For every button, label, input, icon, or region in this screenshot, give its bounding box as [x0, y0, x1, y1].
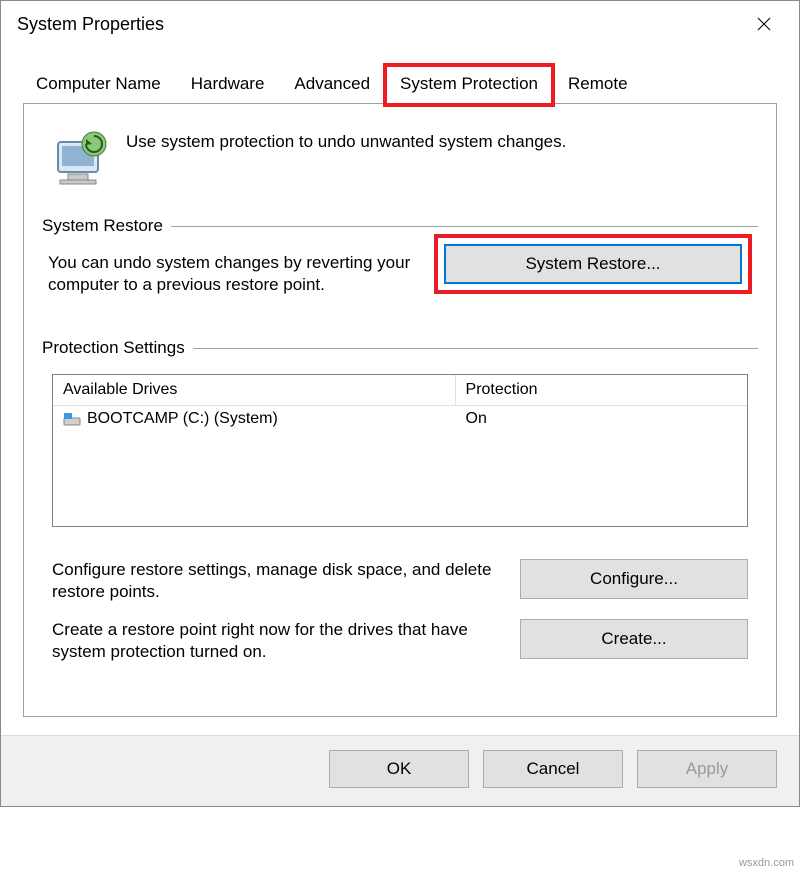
divider — [171, 226, 758, 227]
disk-icon — [63, 412, 81, 426]
tab-hardware[interactable]: Hardware — [176, 65, 280, 104]
intro-text: Use system protection to undo unwanted s… — [126, 128, 566, 152]
group-title-restore: System Restore — [42, 216, 163, 236]
titlebar: System Properties — [1, 1, 799, 47]
tab-remote[interactable]: Remote — [553, 65, 643, 104]
watermark: wsxdn.com — [739, 857, 794, 869]
col-header-protection[interactable]: Protection — [456, 375, 747, 405]
group-title-protection: Protection Settings — [42, 338, 185, 358]
create-button[interactable]: Create... — [520, 619, 748, 659]
restore-description: You can undo system changes by reverting… — [48, 252, 420, 296]
system-restore-button[interactable]: System Restore... — [444, 244, 742, 284]
system-properties-window: System Properties Computer Name Hardware… — [0, 0, 800, 807]
dialog-footer: OK Cancel Apply — [1, 735, 799, 806]
intro-section: Use system protection to undo unwanted s… — [42, 122, 758, 216]
drives-table: Available Drives Protection BOOT — [52, 374, 748, 527]
tab-system-protection[interactable]: System Protection — [385, 65, 553, 105]
tab-panel-system-protection: Use system protection to undo unwanted s… — [23, 104, 777, 717]
drive-name: BOOTCAMP (C:) (System) — [87, 410, 278, 428]
ok-button[interactable]: OK — [329, 750, 469, 788]
tab-computer-name[interactable]: Computer Name — [21, 65, 176, 104]
configure-button[interactable]: Configure... — [520, 559, 748, 599]
divider — [193, 348, 758, 349]
tab-advanced[interactable]: Advanced — [279, 65, 385, 104]
table-row[interactable]: BOOTCAMP (C:) (System) On — [53, 406, 747, 432]
window-title: System Properties — [17, 14, 164, 35]
group-protection-settings: Protection Settings Available Drives Pro… — [42, 338, 758, 671]
col-header-drives[interactable]: Available Drives — [53, 375, 456, 405]
cancel-button[interactable]: Cancel — [483, 750, 623, 788]
system-restore-icon — [50, 128, 112, 190]
drive-protection: On — [456, 406, 747, 432]
highlight-box: System Restore... — [434, 234, 752, 294]
create-description: Create a restore point right now for the… — [52, 619, 502, 663]
apply-button[interactable]: Apply — [637, 750, 777, 788]
group-system-restore: System Restore You can undo system chang… — [42, 216, 758, 296]
drives-header: Available Drives Protection — [53, 375, 747, 406]
tab-row: Computer Name Hardware Advanced System P… — [1, 47, 799, 104]
close-icon[interactable] — [741, 7, 787, 41]
configure-description: Configure restore settings, manage disk … — [52, 559, 502, 603]
